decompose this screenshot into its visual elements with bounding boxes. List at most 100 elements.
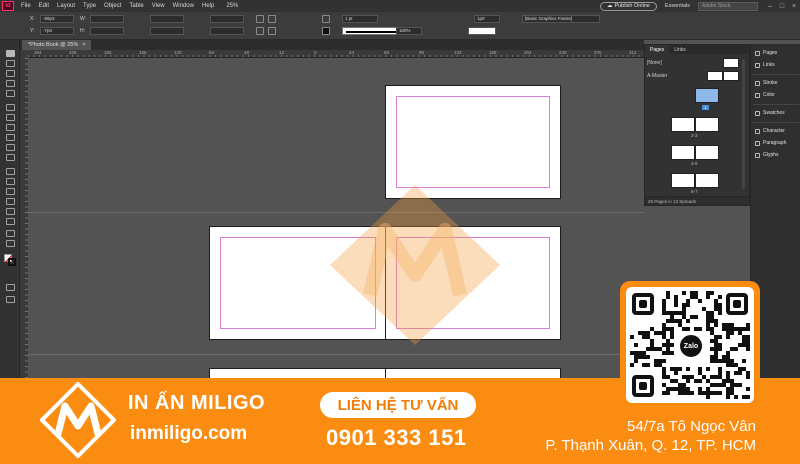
dock-paragraph[interactable]: Paragraph <box>755 140 786 146</box>
horizontal-ruler[interactable]: 264 228 192 156 120 84 48 12 0 24 60 96 132 168 204 240… <box>28 50 644 58</box>
scale-y-field[interactable] <box>150 27 184 35</box>
dock-glyphs[interactable]: Glyphs <box>755 152 779 158</box>
pencil-tool-icon[interactable] <box>6 134 15 141</box>
scissors-tool-icon[interactable] <box>6 168 15 175</box>
document-tab[interactable]: *Photo Book @ 25% × <box>22 40 92 50</box>
y-position-field[interactable]: -7p0 <box>40 27 74 35</box>
dock-links[interactable]: Links <box>755 62 775 68</box>
opacity-field[interactable]: 100% <box>396 27 422 35</box>
gradient-feather-tool-icon[interactable] <box>6 198 15 205</box>
pasteboard[interactable] <box>28 58 644 378</box>
stroke-weight-field[interactable]: 1 pt <box>342 15 378 23</box>
a-master-right-thumb[interactable] <box>723 71 739 81</box>
menu-help[interactable]: Help <box>198 3 218 9</box>
hand-tool-icon[interactable] <box>6 230 15 237</box>
shear-field[interactable] <box>210 27 244 35</box>
page-thumb-7[interactable] <box>695 173 719 188</box>
height-field[interactable] <box>90 27 124 35</box>
dock-pages[interactable]: Pages <box>755 50 777 56</box>
vertical-ruler[interactable] <box>20 58 28 378</box>
none-master-label[interactable]: [None] <box>647 60 662 66</box>
selection-tool-icon[interactable] <box>6 50 15 57</box>
line-tool-icon[interactable] <box>6 114 15 121</box>
maximize-icon[interactable]: □ <box>776 3 788 10</box>
note-tool-icon[interactable] <box>6 208 15 215</box>
type-tool-icon[interactable] <box>6 104 15 111</box>
gap-tool-icon[interactable] <box>6 80 15 87</box>
gradient-swatch-tool-icon[interactable] <box>6 188 15 195</box>
page-2[interactable] <box>209 226 386 340</box>
zalo-qr-card[interactable]: Zalo <box>620 281 760 409</box>
menu-type[interactable]: Type <box>79 3 100 9</box>
workspace-switcher[interactable]: Essentials <box>665 3 690 9</box>
rotate-ccw-icon[interactable] <box>268 15 276 23</box>
menu-edit[interactable]: Edit <box>35 3 53 9</box>
none-master-thumb[interactable] <box>723 58 739 68</box>
contact-label[interactable]: LIÊN HỆ TƯ VẤN <box>320 392 476 418</box>
close-tab-icon[interactable]: × <box>82 42 85 48</box>
offset-field[interactable]: 1p0 <box>474 15 500 23</box>
content-collector-icon[interactable] <box>6 90 15 97</box>
tab-pages[interactable]: Pages <box>645 45 670 54</box>
menu-file[interactable]: File <box>17 3 35 9</box>
rectangle-frame-tool-icon[interactable] <box>6 144 15 151</box>
pen-tool-icon[interactable] <box>6 124 15 131</box>
dock-swatches[interactable]: Swatches <box>755 110 785 116</box>
qr-module <box>746 335 750 339</box>
close-icon[interactable]: × <box>788 3 800 10</box>
page-tool-icon[interactable] <box>6 70 15 77</box>
rectangle-tool-icon[interactable] <box>6 154 15 161</box>
wrap-color-swatch[interactable] <box>468 27 496 35</box>
ruler-origin[interactable] <box>20 50 28 58</box>
page-1[interactable] <box>385 85 561 199</box>
dock-stroke[interactable]: Stroke <box>755 80 777 86</box>
rotate-cw-icon[interactable] <box>256 15 264 23</box>
zoom-dropdown[interactable]: 25% <box>222 3 242 9</box>
qr-module <box>714 347 718 351</box>
stroke-type-dropdown[interactable] <box>342 27 404 35</box>
flip-v-icon[interactable] <box>268 27 276 35</box>
apply-none-icon[interactable] <box>6 284 15 291</box>
publish-online-button[interactable]: ☁ Publish Online <box>599 1 657 11</box>
scale-x-field[interactable] <box>150 15 184 23</box>
adobe-stock-search[interactable]: Adobe Stock <box>698 1 758 11</box>
qr-module <box>634 359 638 363</box>
menu-object[interactable]: Object <box>100 3 125 9</box>
phone-number[interactable]: 0901 333 151 <box>326 425 467 451</box>
brand-url[interactable]: inmiligo.com <box>130 423 247 445</box>
stroke-swatch-icon[interactable] <box>322 27 330 35</box>
a-master-left-thumb[interactable] <box>707 71 723 81</box>
x-position-field[interactable]: -69p3 <box>40 15 74 23</box>
dock-character[interactable]: Character <box>755 128 785 134</box>
fill-swatch-icon[interactable] <box>322 15 330 23</box>
page-thumb-5[interactable] <box>695 145 719 160</box>
menu-view[interactable]: View <box>148 3 169 9</box>
page-4[interactable] <box>209 368 386 378</box>
menu-layout[interactable]: Layout <box>53 3 79 9</box>
minimize-icon[interactable]: – <box>764 3 776 10</box>
eyedropper-tool-icon[interactable] <box>6 218 15 225</box>
free-transform-tool-icon[interactable] <box>6 178 15 185</box>
page-thumb-2[interactable] <box>671 117 695 132</box>
rotation-field[interactable] <box>210 15 244 23</box>
dock-color[interactable]: Color <box>755 92 775 98</box>
direct-selection-tool-icon[interactable] <box>6 60 15 67</box>
page-5[interactable] <box>385 368 561 378</box>
flip-h-icon[interactable] <box>256 27 264 35</box>
stroke-color-icon[interactable] <box>8 258 16 266</box>
menu-table[interactable]: Table <box>125 3 147 9</box>
page-3[interactable] <box>385 226 561 340</box>
zoom-tool-icon[interactable] <box>6 240 15 247</box>
view-mode-icon[interactable] <box>6 296 15 303</box>
object-style-dropdown[interactable]: [Basic Graphics Frame] <box>522 15 600 23</box>
page-thumb-6[interactable] <box>671 173 695 188</box>
page-thumb-3[interactable] <box>695 117 719 132</box>
qr-module <box>714 335 718 339</box>
a-master-label[interactable]: A-Master <box>647 73 667 79</box>
page-thumb-1[interactable] <box>695 88 719 103</box>
pages-panel-scrollbar[interactable] <box>742 59 745 189</box>
menu-window[interactable]: Window <box>169 3 198 9</box>
tab-links[interactable]: Links <box>669 45 691 54</box>
page-thumb-4[interactable] <box>671 145 695 160</box>
width-field[interactable] <box>90 15 124 23</box>
